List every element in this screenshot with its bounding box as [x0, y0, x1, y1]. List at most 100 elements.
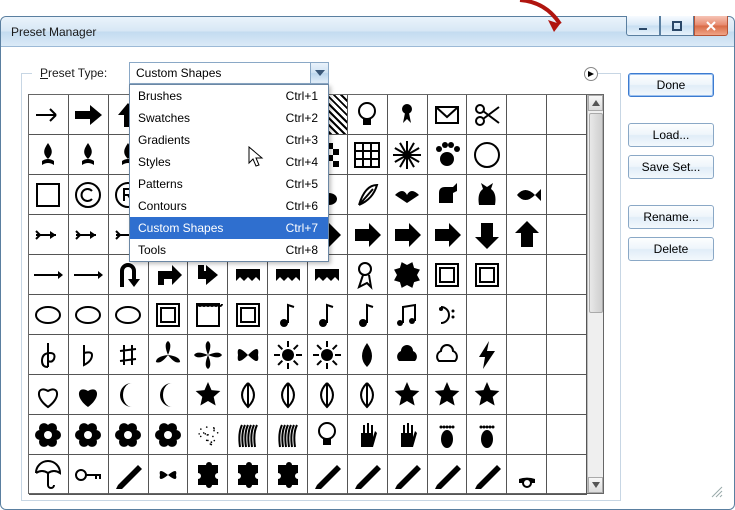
scrollbar[interactable]	[587, 95, 603, 493]
shape-cell[interactable]	[29, 175, 69, 215]
shape-cell[interactable]	[188, 375, 228, 415]
shape-cell[interactable]	[467, 215, 507, 255]
shape-cell[interactable]	[428, 175, 468, 215]
shape-cell[interactable]	[467, 175, 507, 215]
shape-cell[interactable]	[507, 135, 547, 175]
dropdown-item[interactable]: BrushesCtrl+1	[130, 85, 328, 107]
shape-cell[interactable]	[507, 95, 547, 135]
shape-cell[interactable]	[467, 295, 507, 335]
shape-cell[interactable]	[547, 335, 587, 375]
preset-type-drop-button[interactable]	[310, 63, 328, 83]
shape-cell[interactable]	[308, 375, 348, 415]
shape-cell[interactable]	[149, 415, 189, 455]
shape-cell[interactable]	[29, 415, 69, 455]
shape-cell[interactable]	[149, 295, 189, 335]
rename-button[interactable]: Rename...	[628, 205, 714, 229]
shape-cell[interactable]	[348, 415, 388, 455]
shape-cell[interactable]	[308, 295, 348, 335]
scroll-up-button[interactable]	[588, 95, 603, 111]
shape-cell[interactable]	[507, 255, 547, 295]
shape-cell[interactable]	[109, 335, 149, 375]
shape-cell[interactable]	[507, 375, 547, 415]
shape-cell[interactable]	[109, 375, 149, 415]
shape-cell[interactable]	[467, 415, 507, 455]
shape-cell[interactable]	[507, 295, 547, 335]
dropdown-item[interactable]: ToolsCtrl+8	[130, 239, 328, 261]
shape-cell[interactable]	[428, 135, 468, 175]
dropdown-item[interactable]: SwatchesCtrl+2	[130, 107, 328, 129]
shape-cell[interactable]	[388, 135, 428, 175]
shape-cell[interactable]	[507, 175, 547, 215]
shape-cell[interactable]	[228, 335, 268, 375]
shape-cell[interactable]	[348, 215, 388, 255]
dropdown-item[interactable]: PatternsCtrl+5	[130, 173, 328, 195]
shape-cell[interactable]	[69, 95, 109, 135]
shape-cell[interactable]	[29, 295, 69, 335]
shape-cell[interactable]	[348, 175, 388, 215]
load-button[interactable]: Load...	[628, 123, 714, 147]
shape-cell[interactable]	[188, 455, 228, 495]
shape-cell[interactable]	[308, 335, 348, 375]
shape-cell[interactable]	[149, 335, 189, 375]
shape-cell[interactable]	[547, 415, 587, 455]
shape-cell[interactable]	[308, 455, 348, 495]
preset-type-dropdown[interactable]: BrushesCtrl+1SwatchesCtrl+2GradientsCtrl…	[129, 84, 329, 262]
shape-cell[interactable]	[29, 455, 69, 495]
shape-cell[interactable]	[69, 215, 109, 255]
shape-cell[interactable]	[428, 295, 468, 335]
shape-cell[interactable]	[29, 335, 69, 375]
done-button[interactable]: Done	[628, 73, 714, 97]
scroll-thumb[interactable]	[589, 113, 603, 313]
shape-cell[interactable]	[109, 455, 149, 495]
shape-cell[interactable]	[109, 415, 149, 455]
shape-cell[interactable]	[388, 415, 428, 455]
shape-cell[interactable]	[188, 415, 228, 455]
shape-cell[interactable]	[69, 255, 109, 295]
shape-cell[interactable]	[428, 215, 468, 255]
resize-grip[interactable]	[709, 484, 723, 498]
flyout-menu-button[interactable]	[584, 67, 598, 81]
shape-cell[interactable]	[428, 255, 468, 295]
shape-cell[interactable]	[268, 375, 308, 415]
shape-cell[interactable]	[547, 455, 587, 495]
shape-cell[interactable]	[228, 375, 268, 415]
shape-cell[interactable]	[388, 215, 428, 255]
shape-cell[interactable]	[388, 295, 428, 335]
shape-cell[interactable]	[268, 335, 308, 375]
shape-cell[interactable]	[149, 455, 189, 495]
shape-cell[interactable]	[467, 455, 507, 495]
shape-cell[interactable]	[467, 335, 507, 375]
dropdown-item[interactable]: GradientsCtrl+3	[130, 129, 328, 151]
shape-cell[interactable]	[188, 295, 228, 335]
shape-cell[interactable]	[268, 415, 308, 455]
shape-cell[interactable]	[547, 295, 587, 335]
shape-cell[interactable]	[69, 375, 109, 415]
shape-cell[interactable]	[507, 455, 547, 495]
shape-cell[interactable]	[308, 415, 348, 455]
minimize-button[interactable]	[626, 16, 660, 36]
shape-cell[interactable]	[507, 215, 547, 255]
shape-cell[interactable]	[388, 175, 428, 215]
shape-cell[interactable]	[388, 335, 428, 375]
shape-cell[interactable]	[69, 175, 109, 215]
shape-cell[interactable]	[547, 215, 587, 255]
shape-cell[interactable]	[228, 455, 268, 495]
dropdown-item[interactable]: Custom ShapesCtrl+7	[130, 217, 328, 239]
shape-cell[interactable]	[29, 135, 69, 175]
shape-cell[interactable]	[388, 375, 428, 415]
close-button[interactable]	[694, 16, 728, 36]
shape-cell[interactable]	[467, 135, 507, 175]
dropdown-item[interactable]: ContoursCtrl+6	[130, 195, 328, 217]
shape-cell[interactable]	[388, 95, 428, 135]
shape-cell[interactable]	[348, 255, 388, 295]
shape-cell[interactable]	[69, 295, 109, 335]
shape-cell[interactable]	[467, 95, 507, 135]
shape-cell[interactable]	[29, 375, 69, 415]
shape-cell[interactable]	[109, 295, 149, 335]
shape-cell[interactable]	[348, 135, 388, 175]
shape-cell[interactable]	[29, 95, 69, 135]
shape-cell[interactable]	[29, 215, 69, 255]
shape-cell[interactable]	[228, 295, 268, 335]
shape-cell[interactable]	[428, 415, 468, 455]
scroll-down-button[interactable]	[588, 477, 603, 493]
